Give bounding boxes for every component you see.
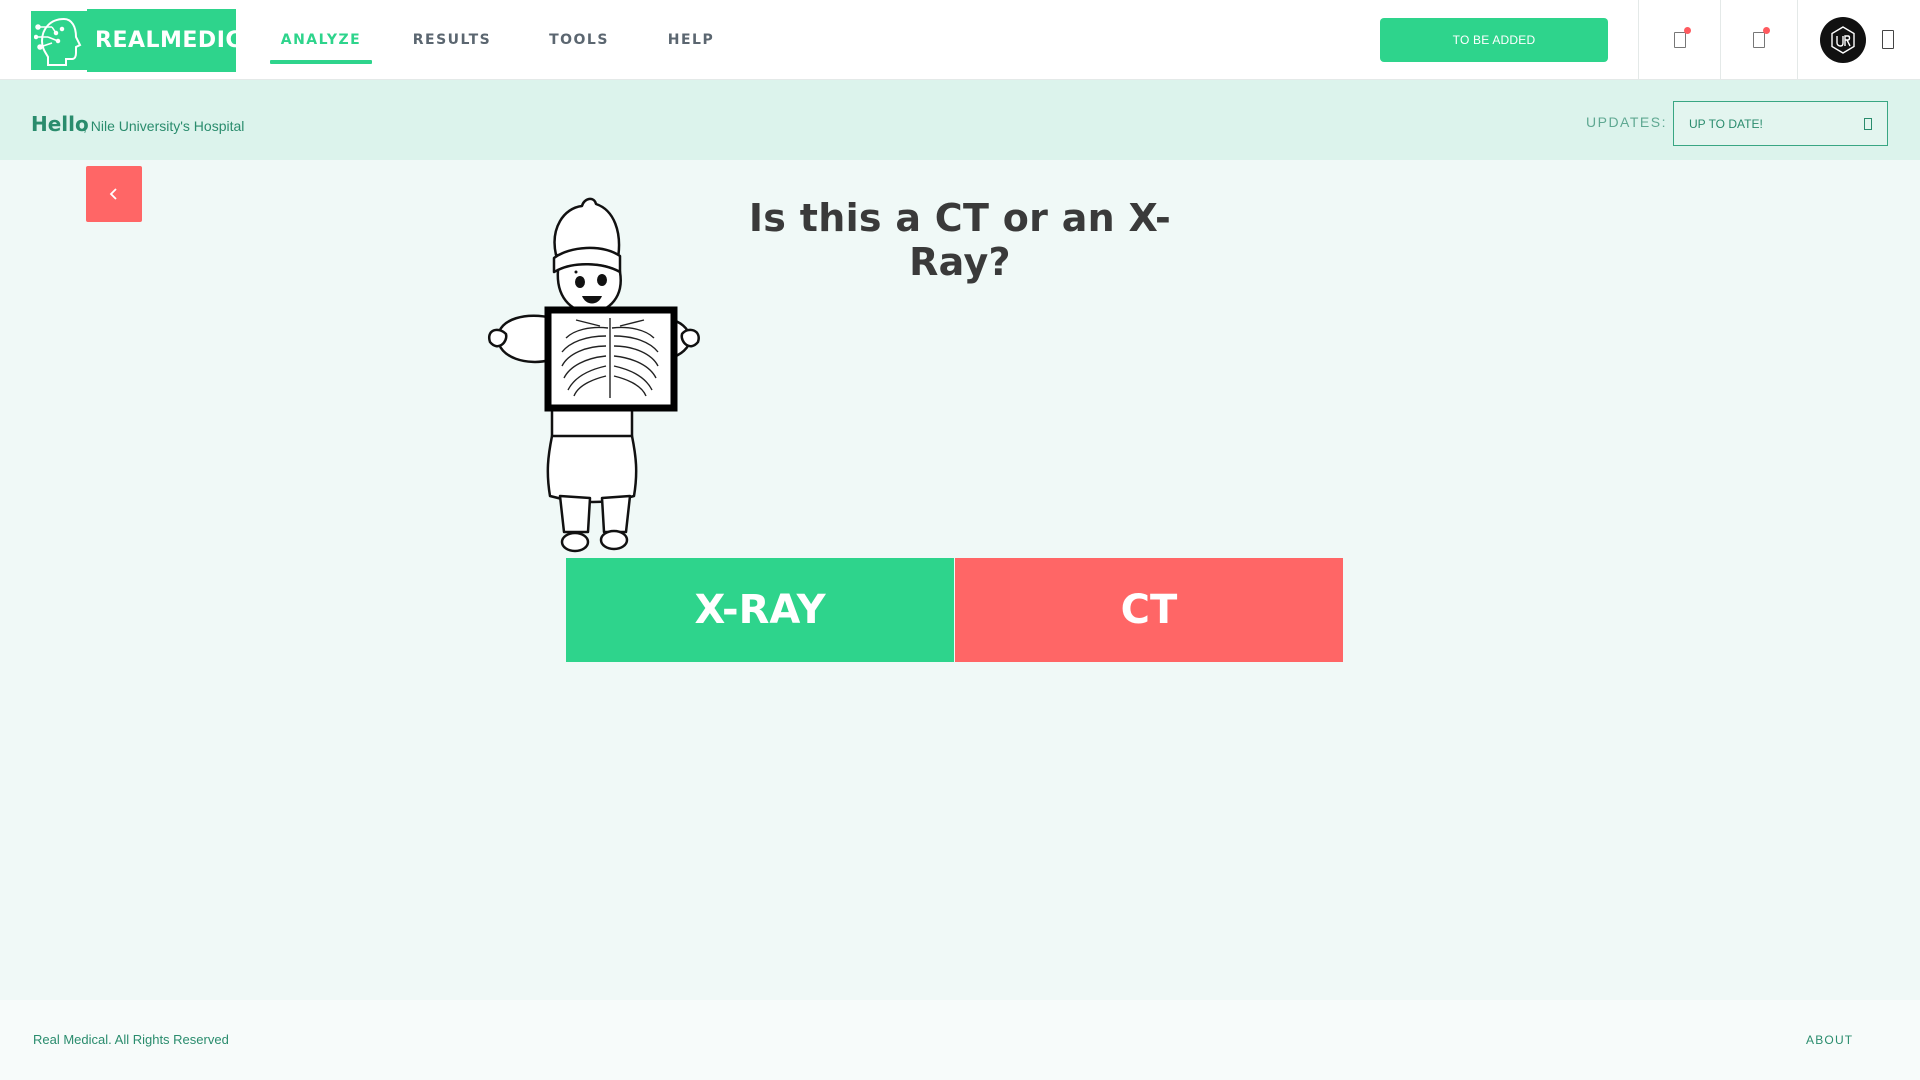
main-nav: ANALYZE RESULTS TOOLS HELP [270, 0, 716, 80]
user-logo-icon [1831, 26, 1855, 54]
hello-text: Hello [31, 112, 89, 136]
menu-icon[interactable] [1882, 30, 1894, 49]
xray-option-button[interactable]: X-RAY [566, 558, 954, 662]
mascot-holding-xray-illustration [487, 197, 700, 553]
logo-text: REALMEDICAL [95, 28, 275, 53]
nav-results[interactable]: RESULTS [412, 0, 492, 80]
chevron-left-icon [109, 188, 117, 200]
back-button[interactable] [86, 166, 142, 222]
messages-button[interactable] [1720, 0, 1797, 80]
footer [0, 1000, 1920, 1080]
nav-tools[interactable]: TOOLS [548, 0, 610, 80]
updates-status-text: UP TO DATE! [1689, 116, 1763, 131]
updates-status-box[interactable]: UP TO DATE! [1673, 101, 1888, 146]
question-heading: Is this a CT or an X-Ray? [748, 196, 1172, 284]
updates-box-icon [1864, 118, 1872, 130]
notification-icon [1673, 27, 1691, 48]
notification-icon [1753, 27, 1770, 48]
nav-analyze[interactable]: ANALYZE [270, 0, 372, 80]
notification-dot [1683, 27, 1691, 34]
logo[interactable]: REALMEDICAL [29, 9, 274, 72]
to-be-added-button[interactable]: TO BE ADDED [1380, 18, 1608, 62]
brain-circuit-logo-icon [29, 9, 87, 72]
top-navigation-bar: REALMEDICAL ANALYZE RESULTS TOOLS HELP T… [0, 0, 1920, 80]
updates-label: UPDATES: [1586, 114, 1667, 130]
avatar[interactable] [1820, 17, 1866, 63]
hospital-name: , Nile University's Hospital [83, 118, 245, 134]
notification-dot [1763, 27, 1770, 34]
ct-option-button[interactable]: CT [955, 558, 1343, 662]
about-link[interactable]: ABOUT [1806, 1033, 1853, 1047]
notifications-button[interactable] [1638, 0, 1720, 80]
nav-help[interactable]: HELP [666, 0, 716, 80]
copyright-text: Real Medical. All Rights Reserved [33, 1032, 229, 1047]
